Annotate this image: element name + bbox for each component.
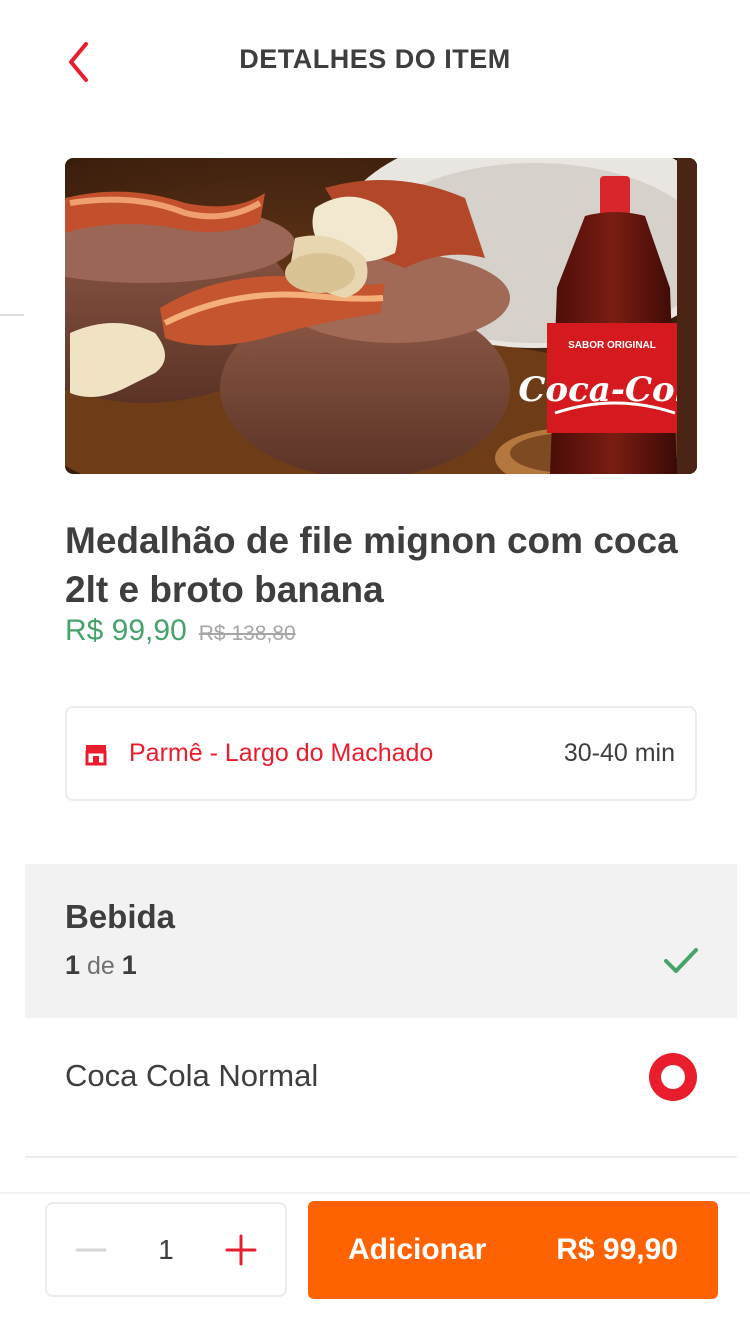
count-selected: 1 bbox=[65, 950, 81, 980]
add-button-price: R$ 99,90 bbox=[556, 1233, 678, 1266]
page-title: DETALHES DO ITEM bbox=[239, 44, 511, 74]
count-of: de bbox=[86, 952, 115, 980]
count-total: 1 bbox=[121, 950, 137, 980]
option-group-header: Bebida 1 de 1 bbox=[25, 864, 737, 1018]
top-bar: DETALHES DO ITEM bbox=[0, 0, 750, 124]
option-label: Coca Cola Normal bbox=[65, 1058, 319, 1093]
divider bbox=[0, 314, 24, 316]
quantity-stepper: 1 bbox=[45, 1202, 287, 1297]
item-price: R$ 99,90 bbox=[65, 614, 187, 647]
radio-selected[interactable] bbox=[649, 1053, 697, 1101]
price-row: R$ 99,90 R$ 138,80 bbox=[65, 614, 296, 654]
add-button-label: Adicionar bbox=[348, 1233, 487, 1266]
bottom-action-bar: 1 Adicionar R$ 99,90 bbox=[0, 1192, 750, 1334]
bottle-label-text: SABOR ORIGINAL bbox=[568, 340, 656, 351]
item-name: Medalhão de file mignon com coca 2lt e b… bbox=[65, 520, 678, 610]
item-old-price: R$ 138,80 bbox=[198, 622, 296, 645]
store-icon bbox=[83, 741, 109, 767]
plus-icon[interactable] bbox=[225, 1234, 257, 1266]
check-icon bbox=[664, 948, 698, 973]
option-group-title: Bebida bbox=[65, 898, 176, 935]
delivery-time: 30-40 min bbox=[563, 739, 675, 767]
store-card[interactable]: Parmê - Largo do Machado 30-40 min bbox=[65, 706, 697, 801]
option-item[interactable]: Coca Cola Normal bbox=[25, 1018, 737, 1158]
option-group-count: 1 de 1 bbox=[65, 950, 137, 981]
store-name: Parmê - Largo do Machado bbox=[129, 739, 434, 767]
item-image: SABOR ORIGINAL Coca-Cola bbox=[65, 158, 697, 474]
add-to-cart-button[interactable]: Adicionar R$ 99,90 bbox=[308, 1201, 718, 1299]
